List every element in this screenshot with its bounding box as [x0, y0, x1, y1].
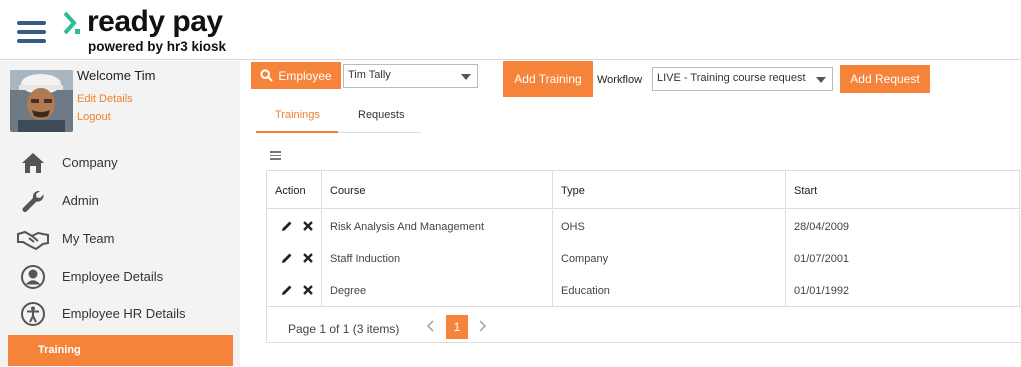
- tab-bar: Trainings Requests: [256, 101, 421, 133]
- table-row: Degree Education 01/01/1992: [267, 274, 1021, 306]
- sidebar-item-label: Company: [62, 155, 118, 170]
- delete-icon[interactable]: [302, 252, 314, 264]
- add-request-button[interactable]: Add Request: [840, 65, 930, 93]
- edit-icon[interactable]: [281, 284, 293, 296]
- grid-header: Action Course Type Start: [267, 171, 1021, 209]
- pager-info: Page 1 of 1 (3 items): [288, 322, 400, 336]
- top-bar: ready pay powered by hr3 kiosk: [0, 0, 1021, 60]
- active-tab-indicator: [256, 131, 338, 133]
- sidebar-item-label: Employee HR Details: [62, 306, 186, 321]
- chevron-down-icon: [816, 77, 826, 83]
- sidebar-item-my-team[interactable]: My Team: [0, 221, 240, 257]
- workflow-label: Workflow: [597, 74, 643, 86]
- user-circle-icon: [21, 265, 45, 289]
- employee-select-value: Tim Tally: [348, 69, 391, 81]
- type-cell: Company: [553, 242, 786, 274]
- edit-details-link[interactable]: Edit Details: [77, 93, 133, 105]
- edit-icon[interactable]: [281, 220, 293, 232]
- sidebar-item-label: Employee Details: [62, 269, 164, 284]
- home-icon: [22, 153, 44, 173]
- sidebar-item-employee-hr-details[interactable]: Employee HR Details: [0, 296, 240, 332]
- add-training-button[interactable]: Add Training: [503, 61, 593, 97]
- sidebar-item-admin[interactable]: Admin: [0, 183, 240, 219]
- sidebar-item-employee-details[interactable]: Employee Details: [0, 259, 240, 295]
- delete-icon[interactable]: [302, 284, 314, 296]
- chevron-down-icon: [461, 74, 471, 80]
- pager: Page 1 of 1 (3 items) 1: [267, 306, 1021, 344]
- action-cell: [267, 242, 322, 274]
- add-training-label: Add Training: [514, 72, 582, 86]
- employee-select[interactable]: Tim Tally: [343, 64, 478, 88]
- column-menu-icon[interactable]: [270, 151, 281, 160]
- logo-chevron-icon: [63, 11, 80, 35]
- type-cell: OHS: [553, 210, 786, 242]
- start-cell: 01/07/2001: [786, 242, 1020, 274]
- workflow-select-value: LIVE - Training course request: [657, 72, 806, 84]
- course-cell: Risk Analysis And Management: [322, 210, 553, 242]
- workflow-select[interactable]: LIVE - Training course request: [652, 67, 833, 91]
- sidebar-item-label: Training: [38, 344, 81, 356]
- action-cell: [267, 210, 322, 242]
- column-header-type[interactable]: Type: [553, 171, 786, 209]
- chevron-left-icon[interactable]: [426, 320, 436, 332]
- start-cell: 01/01/1992: [786, 274, 1020, 306]
- search-icon: [260, 69, 274, 82]
- brand-tagline: powered by hr3 kiosk: [88, 39, 227, 54]
- handshake-icon: [17, 230, 49, 251]
- trainings-grid: Action Course Type Start Risk Analysis A…: [266, 170, 1021, 343]
- column-header-action[interactable]: Action: [267, 171, 322, 209]
- employee-button-label: Employee: [278, 68, 332, 83]
- table-row: Risk Analysis And Management OHS 28/04/2…: [267, 210, 1021, 242]
- sidebar-item-training[interactable]: Training: [8, 335, 233, 366]
- page-button-current[interactable]: 1: [446, 315, 468, 339]
- logout-link[interactable]: Logout: [77, 111, 111, 123]
- sidebar-item-label: My Team: [62, 231, 115, 246]
- course-cell: Staff Induction: [322, 242, 553, 274]
- edit-icon[interactable]: [281, 252, 293, 264]
- action-cell: [267, 274, 322, 306]
- avatar: [10, 70, 73, 132]
- hamburger-icon[interactable]: [17, 21, 46, 43]
- table-row: Staff Induction Company 01/07/2001: [267, 242, 1021, 274]
- type-cell: Education: [553, 274, 786, 306]
- course-cell: Degree: [322, 274, 553, 306]
- brand-logo: ready pay: [87, 5, 223, 38]
- employee-button[interactable]: Employee: [251, 62, 341, 89]
- sidebar-item-label: Admin: [62, 193, 99, 208]
- tab-trainings[interactable]: Trainings: [275, 109, 320, 121]
- tab-requests[interactable]: Requests: [358, 109, 404, 121]
- chevron-right-icon[interactable]: [477, 320, 487, 332]
- start-cell: 28/04/2009: [786, 210, 1020, 242]
- delete-icon[interactable]: [302, 220, 314, 232]
- welcome-text: Welcome Tim: [77, 68, 156, 83]
- sidebar-item-company[interactable]: Company: [0, 145, 240, 181]
- column-header-start[interactable]: Start: [786, 171, 1020, 209]
- sidebar: Welcome Tim Edit Details Logout Company …: [0, 61, 240, 367]
- wrench-icon: [22, 190, 44, 212]
- add-request-label: Add Request: [850, 72, 920, 86]
- accessibility-icon: [21, 302, 45, 326]
- column-header-course[interactable]: Course: [322, 171, 553, 209]
